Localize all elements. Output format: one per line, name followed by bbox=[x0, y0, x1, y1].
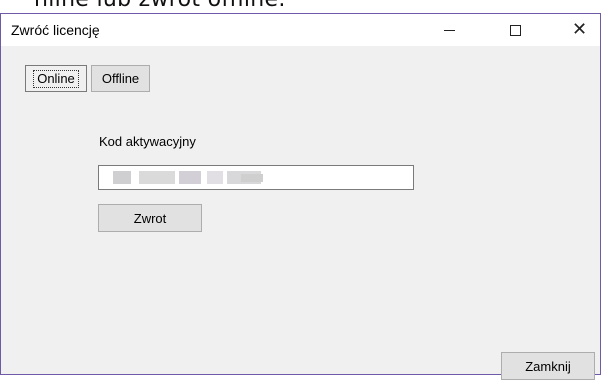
redacted-text bbox=[179, 171, 201, 184]
tab-online-label: Online bbox=[33, 69, 79, 88]
activation-code-input[interactable] bbox=[98, 165, 414, 190]
minimize-icon bbox=[444, 29, 455, 31]
activation-code-label: Kod aktywacyjny bbox=[99, 134, 196, 149]
return-button-label: Zwrot bbox=[133, 210, 167, 226]
maximize-button[interactable] bbox=[493, 14, 538, 46]
redacted-text bbox=[241, 174, 263, 182]
background-page-text: nline lub zwrot offline. bbox=[34, 0, 286, 12]
redacted-text bbox=[139, 171, 175, 184]
close-button-label: Zamknij bbox=[525, 358, 571, 374]
redacted-text bbox=[207, 171, 223, 184]
redacted-text bbox=[113, 171, 131, 184]
tab-offline-label: Offline bbox=[101, 71, 140, 86]
maximize-icon bbox=[510, 24, 521, 36]
close-icon: ✕ bbox=[571, 19, 588, 40]
window-title: Zwróć licencję bbox=[11, 22, 100, 38]
title-bar[interactable]: Zwróć licencję ✕ bbox=[1, 14, 600, 46]
return-button[interactable]: Zwrot bbox=[98, 204, 202, 232]
minimize-button[interactable] bbox=[427, 14, 472, 46]
return-license-dialog: Zwróć licencję ✕ Online Offline Kod akty… bbox=[0, 13, 601, 380]
tab-online[interactable]: Online bbox=[25, 65, 87, 92]
tab-offline[interactable]: Offline bbox=[91, 65, 150, 92]
close-window-button[interactable]: ✕ bbox=[557, 14, 602, 46]
